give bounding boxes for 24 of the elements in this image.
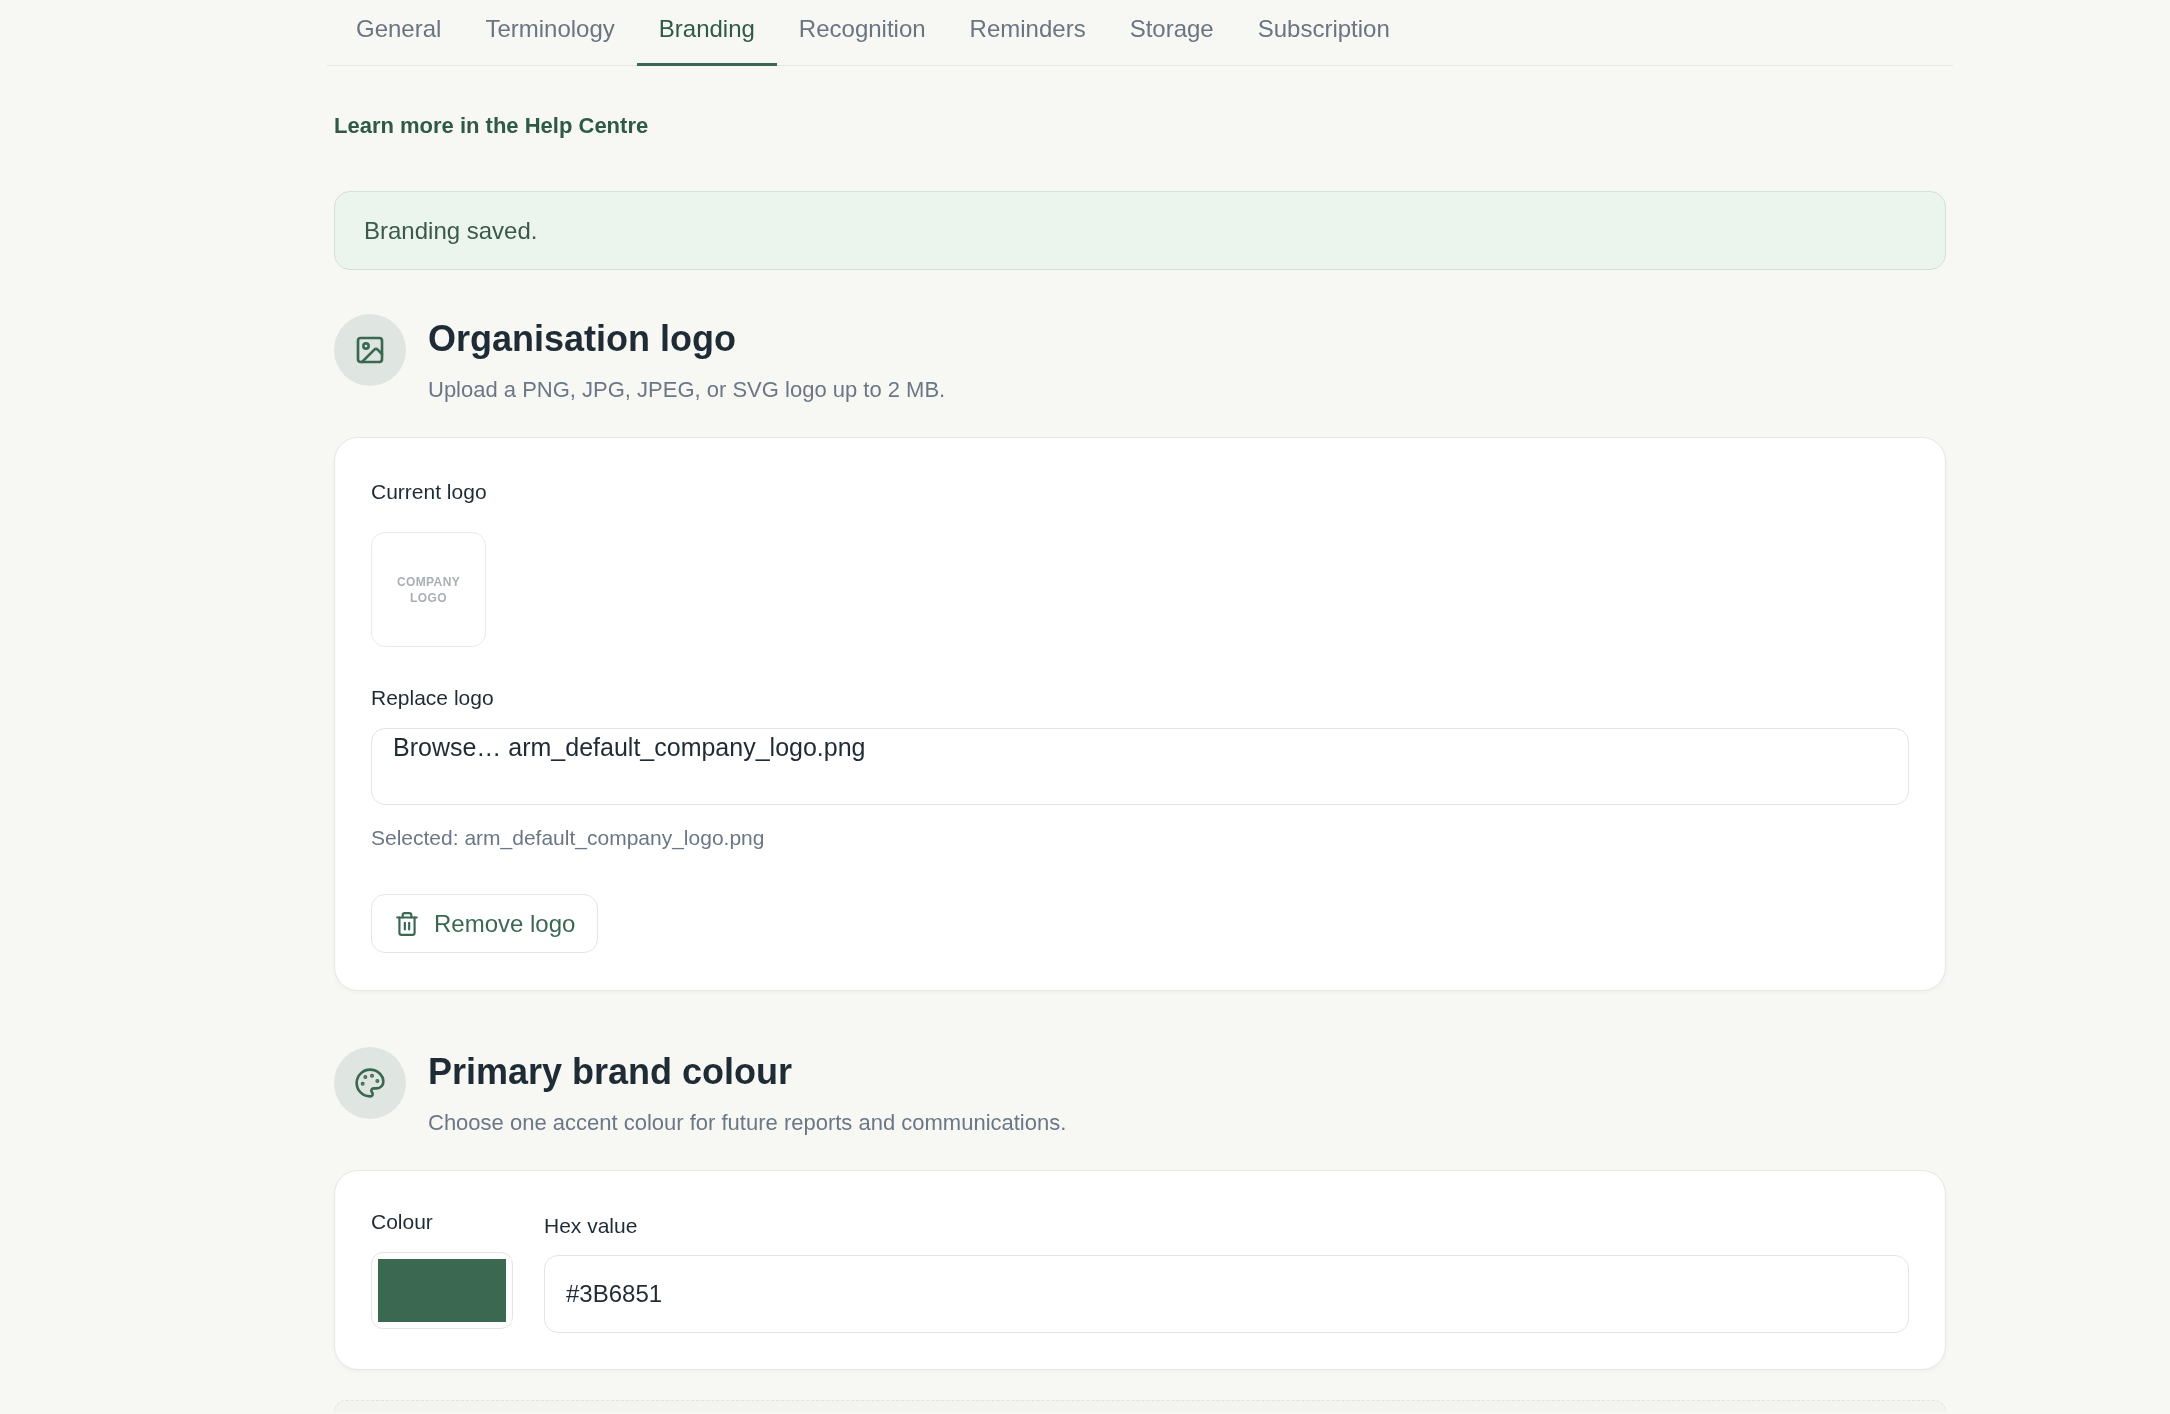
field-label: Replace logo [371,685,494,711]
tab[interactable]: Recognition [776,0,948,66]
tab[interactable]: Branding [636,0,777,66]
success-alert: Branding saved. [334,191,1946,270]
hex-input[interactable]: #3B6851 [544,1255,1909,1333]
section-title: Primary brand colour [428,1050,794,1094]
field-label: Hex value [544,1213,638,1239]
help-link[interactable]: Learn more in the Help Centre [334,114,649,138]
tab[interactable]: Subscription [1235,0,1412,66]
file-input[interactable]: Browse… arm_default_company_logo.png [371,728,1909,805]
field-label: Current logo [371,479,487,505]
logo-text: COMPANY LOGO [395,573,462,606]
colour-picker[interactable] [371,1252,513,1329]
tab[interactable]: General [334,0,464,66]
trash-icon [394,910,420,937]
tab[interactable]: Reminders [947,0,1108,66]
field-label: Colour [371,1209,433,1235]
selected-file-text: Selected: arm_default_company_logo.png [371,825,765,851]
section-title: Organisation logo [428,317,737,361]
section-subtitle: Upload a PNG, JPG, JPEG, or SVG logo up to 2 MB. [428,376,946,404]
remove-logo-button[interactable]: Remove logo [371,894,599,953]
tab[interactable]: Terminology [463,0,637,66]
section-subtitle: Choose one accent colour for future reports and communications. [428,1109,1067,1137]
tab[interactable]: Storage [1107,0,1236,66]
